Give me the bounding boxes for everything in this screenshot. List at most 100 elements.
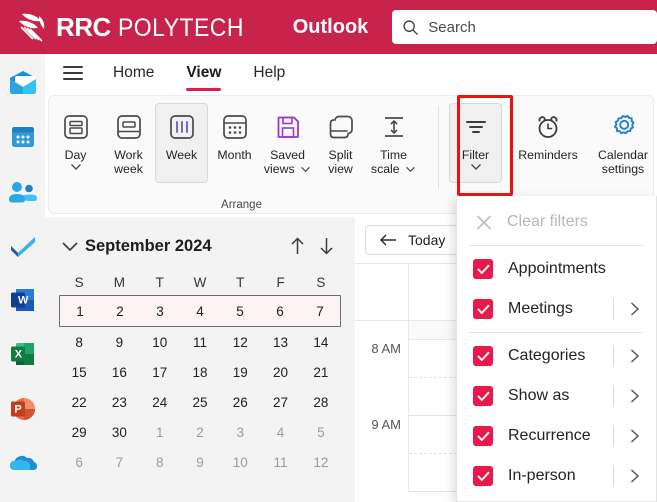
menu-item-recurrence[interactable]: Recurrence: [457, 416, 656, 456]
date-cell[interactable]: 27: [260, 387, 300, 417]
sidebar-item-todo[interactable]: [7, 231, 39, 261]
date-picker-week-row[interactable]: 6 7 8 9 10 11 12: [59, 447, 341, 477]
checkbox-checked-icon[interactable]: [473, 466, 493, 486]
date-cell[interactable]: 7: [300, 296, 340, 326]
date-cell[interactable]: 26: [220, 387, 260, 417]
date-picker-week-row[interactable]: 22 23 24 25 26 27 28: [59, 387, 341, 417]
chevron-down-icon[interactable]: [300, 166, 311, 173]
date-cell[interactable]: 1: [60, 296, 100, 326]
date-cell[interactable]: 11: [260, 447, 300, 477]
submenu-affordance[interactable]: [613, 298, 648, 320]
menu-item-show-as[interactable]: Show as: [457, 376, 656, 416]
arrow-down-icon[interactable]: [318, 236, 335, 256]
date-picker-week-row[interactable]: 29 30 1 2 3 4 5: [59, 417, 341, 447]
sidebar-item-excel[interactable]: X: [7, 339, 39, 369]
ribbon-button-split-view[interactable]: Split view: [314, 103, 367, 183]
date-cell[interactable]: 14: [301, 327, 341, 357]
tab-view[interactable]: View: [186, 64, 221, 84]
date-cell[interactable]: 23: [99, 387, 139, 417]
submenu-affordance[interactable]: [613, 425, 648, 447]
date-cell[interactable]: 12: [301, 447, 341, 477]
menu-item-in-person[interactable]: In-person: [457, 456, 656, 496]
date-cell[interactable]: 9: [180, 447, 220, 477]
rrc-polytech-logo[interactable]: RRC POLYTECH: [16, 11, 255, 43]
date-cell[interactable]: 2: [100, 296, 140, 326]
chevron-right-icon[interactable]: [628, 428, 642, 444]
chevron-down-icon[interactable]: [470, 163, 482, 171]
checkbox-checked-icon[interactable]: [473, 386, 493, 406]
submenu-affordance[interactable]: [613, 465, 648, 487]
sidebar-item-calendar[interactable]: [7, 122, 39, 152]
date-picker-month-title[interactable]: September 2024: [85, 237, 212, 256]
arrow-left-icon[interactable]: [378, 233, 398, 247]
tab-help[interactable]: Help: [253, 64, 285, 84]
date-cell[interactable]: 10: [140, 327, 180, 357]
checkbox-checked-icon[interactable]: [473, 259, 493, 279]
date-cell[interactable]: 13: [260, 327, 300, 357]
menu-item-clear-filters[interactable]: Clear filters: [457, 202, 656, 242]
checkbox-checked-icon[interactable]: [473, 299, 493, 319]
sidebar-item-people[interactable]: [7, 177, 39, 207]
menu-item-categories[interactable]: Categories: [457, 336, 656, 376]
ribbon-button-day[interactable]: Day: [49, 103, 102, 183]
ribbon-button-reminders[interactable]: Reminders: [512, 103, 584, 183]
checkbox-checked-icon[interactable]: [473, 426, 493, 446]
date-cell[interactable]: 16: [99, 357, 139, 387]
hamburger-menu-icon[interactable]: [63, 66, 83, 82]
menu-item-appointments[interactable]: Appointments: [457, 249, 656, 289]
menu-item-meetings[interactable]: Meetings: [457, 289, 656, 329]
chevron-right-icon[interactable]: [628, 301, 642, 317]
date-cell[interactable]: 8: [59, 327, 99, 357]
sidebar-item-onedrive[interactable]: [7, 448, 39, 478]
date-cell[interactable]: 24: [140, 387, 180, 417]
search-box[interactable]: Search: [392, 10, 657, 44]
date-cell[interactable]: 2: [180, 417, 220, 447]
date-cell[interactable]: 12: [220, 327, 260, 357]
date-cell[interactable]: 6: [59, 447, 99, 477]
date-cell[interactable]: 15: [59, 357, 99, 387]
date-cell[interactable]: 9: [99, 327, 139, 357]
date-cell[interactable]: 7: [99, 447, 139, 477]
date-cell[interactable]: 4: [260, 417, 300, 447]
ribbon-button-week[interactable]: Week: [155, 103, 208, 183]
date-picker-week-row-selected[interactable]: 1 2 3 4 5 6 7: [59, 295, 341, 327]
date-cell[interactable]: 20: [260, 357, 300, 387]
date-cell[interactable]: 29: [59, 417, 99, 447]
date-cell[interactable]: 10: [220, 447, 260, 477]
date-cell[interactable]: 25: [180, 387, 220, 417]
tab-home[interactable]: Home: [113, 64, 154, 84]
date-cell[interactable]: 5: [301, 417, 341, 447]
date-cell[interactable]: 17: [140, 357, 180, 387]
date-cell[interactable]: 21: [301, 357, 341, 387]
date-cell[interactable]: 28: [301, 387, 341, 417]
date-cell[interactable]: 22: [59, 387, 99, 417]
arrow-up-icon[interactable]: [289, 236, 306, 256]
ribbon-button-calendar-settings[interactable]: Calendar settings: [593, 103, 653, 183]
date-cell[interactable]: 1: [140, 417, 180, 447]
date-cell[interactable]: 8: [140, 447, 180, 477]
submenu-affordance[interactable]: [613, 345, 648, 367]
sidebar-item-word[interactable]: W: [7, 285, 39, 315]
date-cell[interactable]: 30: [99, 417, 139, 447]
chevron-down-icon[interactable]: [70, 163, 82, 171]
chevron-right-icon[interactable]: [628, 388, 642, 404]
date-cell[interactable]: 18: [180, 357, 220, 387]
chevron-right-icon[interactable]: [628, 348, 642, 364]
date-cell[interactable]: 3: [140, 296, 180, 326]
checkbox-checked-icon[interactable]: [473, 346, 493, 366]
ribbon-button-saved-views[interactable]: Saved views: [261, 103, 314, 183]
chevron-right-icon[interactable]: [628, 468, 642, 484]
chevron-down-icon[interactable]: [59, 241, 81, 252]
date-cell[interactable]: 4: [180, 296, 220, 326]
ribbon-button-month[interactable]: Month: [208, 103, 261, 183]
date-picker-week-row[interactable]: 8 9 10 11 12 13 14: [59, 327, 341, 357]
sidebar-item-mail[interactable]: [7, 68, 39, 98]
ribbon-button-work-week[interactable]: Work week: [102, 103, 155, 183]
ribbon-button-time-scale[interactable]: Time scale: [367, 103, 420, 183]
date-cell[interactable]: 19: [220, 357, 260, 387]
date-cell[interactable]: 3: [220, 417, 260, 447]
date-picker-week-row[interactable]: 15 16 17 18 19 20 21: [59, 357, 341, 387]
date-cell[interactable]: 6: [260, 296, 300, 326]
submenu-affordance[interactable]: [613, 385, 648, 407]
app-name-outlook[interactable]: Outlook: [293, 16, 369, 39]
